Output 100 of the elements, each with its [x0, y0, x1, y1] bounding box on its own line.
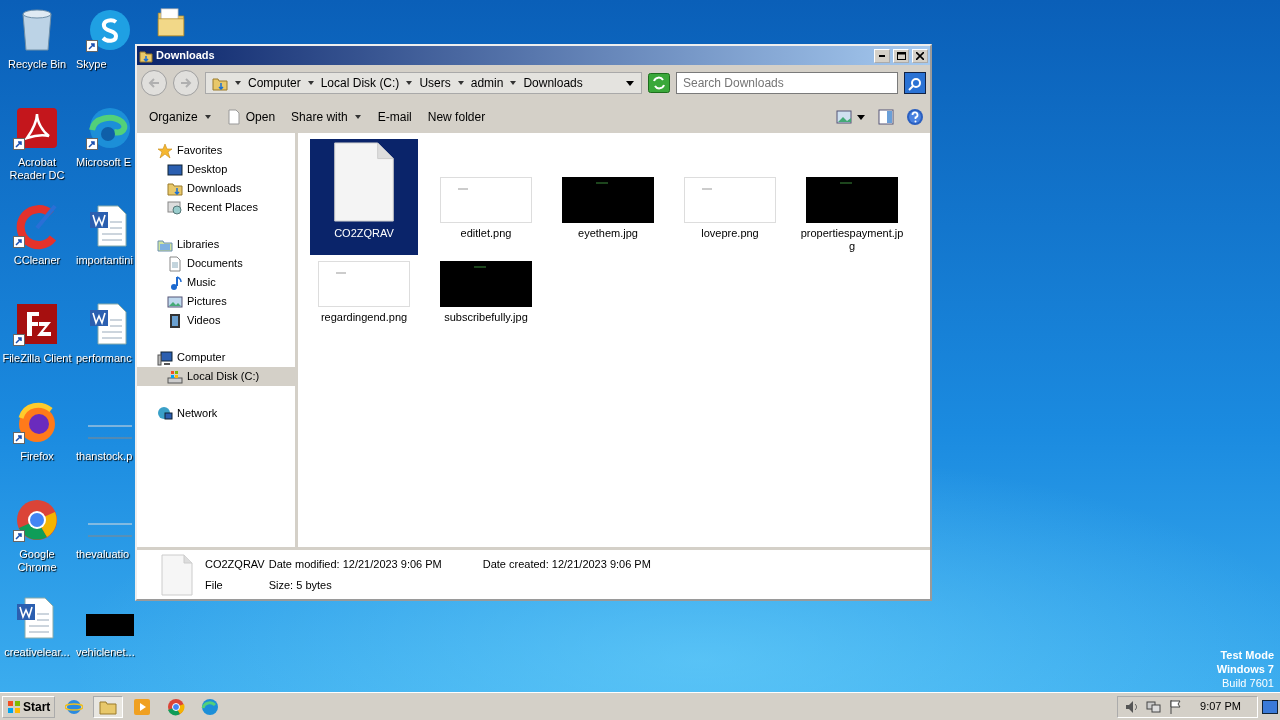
maximize-button[interactable] — [893, 48, 909, 63]
monitor-icon — [167, 161, 183, 178]
nav-item[interactable]: Libraries — [137, 235, 295, 254]
icon-label[interactable]: Skype — [76, 58, 107, 71]
caret-icon[interactable] — [306, 79, 315, 87]
breadcrumb-item[interactable]: Users — [419, 74, 451, 92]
icon-label[interactable]: performanc — [76, 352, 132, 365]
caret-icon[interactable] — [405, 79, 414, 87]
image-thumbnail[interactable] — [440, 177, 532, 223]
minimize-button[interactable] — [874, 48, 890, 63]
file-name: eyethem.jpg — [578, 227, 638, 241]
nav-item[interactable]: Favorites — [137, 141, 295, 160]
icon-label[interactable]: Microsoft E — [76, 156, 131, 169]
image-thumbnail[interactable] — [806, 177, 898, 223]
dropdown-caret-icon[interactable] — [856, 113, 866, 121]
network-icon — [157, 405, 173, 422]
file-item[interactable]: editlet.png — [432, 139, 540, 255]
file-item[interactable]: propertiespayment.jpg — [798, 139, 906, 255]
folder-icon — [139, 48, 153, 63]
film-icon — [167, 312, 183, 329]
file-name: lovepre.png — [701, 227, 759, 241]
pictures-icon — [167, 293, 183, 310]
forward-arrow-icon — [179, 76, 193, 90]
close-button[interactable] — [912, 48, 928, 63]
network-icon[interactable] — [1146, 698, 1163, 715]
start-button[interactable]: Start — [2, 695, 56, 718]
computer-icon — [157, 349, 173, 366]
nav-item[interactable]: Downloads — [137, 179, 295, 198]
search-button[interactable] — [904, 72, 926, 94]
windows-logo-icon — [7, 699, 21, 714]
star-icon — [157, 142, 173, 159]
image-thumbnail[interactable] — [684, 177, 776, 223]
caret-icon[interactable] — [234, 79, 242, 87]
file-icon — [227, 109, 240, 125]
breadcrumb-item[interactable]: admin — [470, 74, 504, 92]
breadcrumb-item[interactable]: Downloads — [523, 74, 583, 92]
breadcrumb-item[interactable]: Computer — [248, 74, 301, 92]
back-arrow-icon — [147, 76, 161, 90]
nav-item[interactable]: Desktop — [137, 160, 295, 179]
system-notice: Test Mode — [1220, 648, 1274, 662]
file-icon[interactable] — [332, 141, 396, 223]
chrome-icon — [167, 697, 186, 716]
nav-item[interactable]: Videos — [137, 311, 295, 330]
file-name: regardingend.png — [320, 311, 408, 325]
nav-item[interactable]: Computer — [137, 348, 295, 367]
media-player-icon — [133, 697, 152, 716]
image-thumbnail[interactable] — [562, 177, 654, 223]
toolbar-button[interactable]: New folder — [421, 105, 492, 129]
image-thumbnail[interactable] — [440, 261, 532, 307]
maximize-icon — [896, 51, 906, 60]
toolbar-button[interactable]: E-mail — [371, 105, 418, 129]
refresh-icon[interactable] — [648, 73, 670, 93]
file-icon — [161, 553, 193, 596]
file-item[interactable]: lovepre.png — [676, 139, 784, 255]
icon-label[interactable]: importantini — [76, 254, 133, 267]
icon-label[interactable]: Acrobat Reader DC — [1, 156, 73, 182]
address-bar[interactable]: Computer Local Disk (C:) Users admin Downloads — [205, 72, 642, 94]
edge-icon — [201, 697, 220, 716]
system-notice: Windows 7 — [1216, 662, 1274, 676]
nav-item[interactable]: Local Disk (C:) — [137, 367, 295, 386]
disk-drive-icon — [167, 368, 183, 385]
dropdown-caret-icon[interactable] — [625, 79, 635, 87]
file-item[interactable]: CO2ZQRAV — [310, 139, 418, 255]
nav-item[interactable]: Music — [137, 273, 295, 292]
nav-item[interactable]: Recent Places — [137, 198, 295, 217]
image-thumbnail[interactable] — [318, 261, 410, 307]
icon-label[interactable]: FileZilla Client — [2, 352, 72, 365]
show-desktop-icon[interactable] — [1262, 699, 1278, 714]
file-name: CO2ZQRAV — [205, 556, 265, 572]
breadcrumb-item[interactable]: Local Disk (C:) — [320, 74, 400, 92]
icon-label[interactable]: CCleaner — [13, 254, 61, 267]
file-name: editlet.png — [460, 227, 512, 241]
icon-label[interactable]: Recycle Bin — [7, 58, 67, 71]
file-item[interactable]: subscribefully.jpg — [432, 259, 540, 339]
file-item[interactable]: eyethem.jpg — [554, 139, 662, 255]
caret-icon[interactable] — [509, 79, 518, 87]
nav-item[interactable]: Network — [137, 404, 295, 423]
help-icon[interactable] — [906, 108, 924, 126]
browser-icon — [65, 697, 84, 716]
search-icon — [908, 76, 922, 91]
preview-pane-icon[interactable] — [878, 109, 894, 125]
clock[interactable]: 9:07 PM — [1200, 698, 1241, 715]
caret-icon — [353, 113, 362, 121]
recent-places-icon — [167, 199, 183, 216]
search-field[interactable]: Search Downloads — [676, 72, 898, 94]
file-name: subscribefully.jpg — [444, 311, 528, 325]
file-name: propertiespayment.jpg — [800, 227, 904, 253]
minimize-icon — [879, 54, 885, 57]
folder-icon — [212, 75, 228, 91]
system-notice: Build 7601 — [1222, 676, 1274, 690]
nav-item[interactable]: Pictures — [137, 292, 295, 311]
file-item[interactable]: regardingend.png — [310, 259, 418, 339]
toolbar-button[interactable]: Share with — [285, 105, 368, 129]
caret-icon[interactable] — [456, 79, 465, 87]
toolbar-button[interactable]: Organize — [143, 105, 218, 129]
file-type: File — [205, 578, 224, 593]
nav-item[interactable]: Documents — [137, 254, 295, 273]
caret-icon — [203, 113, 212, 121]
toolbar-button[interactable]: Open — [221, 105, 282, 129]
detail-field: Date modified: 12/21/2023 9:06 PM — [268, 555, 479, 572]
